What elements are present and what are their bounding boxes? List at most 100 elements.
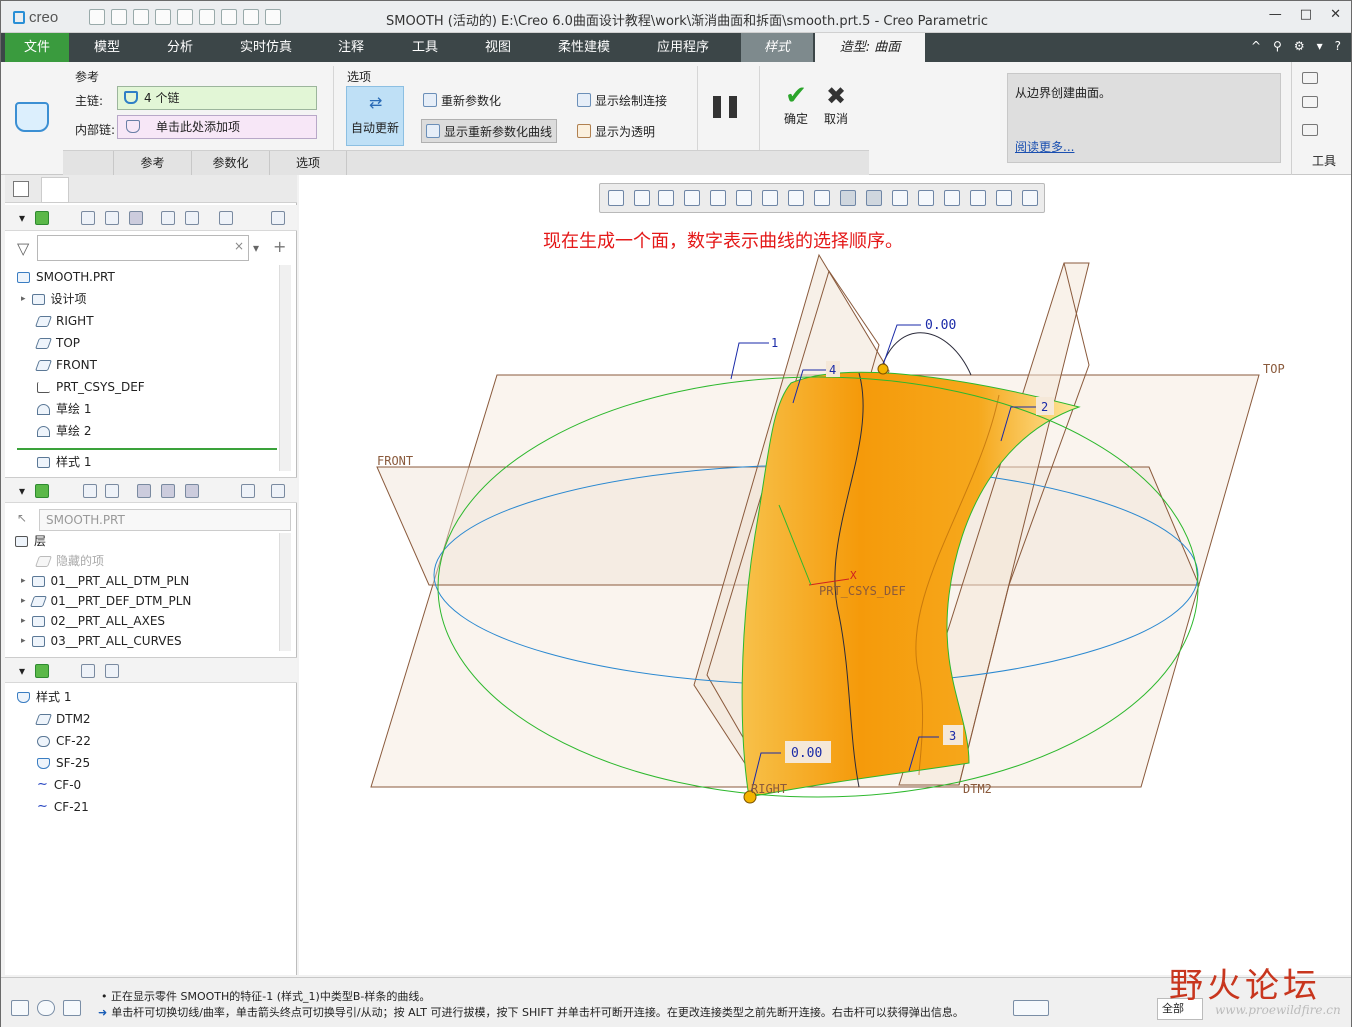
tab-style[interactable]: 样式 xyxy=(741,33,813,62)
tree-item-sketch-1[interactable]: 草绘 1 xyxy=(37,398,91,420)
tab-simulation[interactable]: 实时仿真 xyxy=(217,33,315,62)
layer-model-select[interactable]: SMOOTH.PRT xyxy=(39,509,291,531)
active-plane-icon[interactable] xyxy=(944,190,960,206)
chevron-down-icon[interactable]: ▾ xyxy=(19,664,33,678)
help-link[interactable]: 阅读更多... xyxy=(1015,138,1074,155)
endpoint-display-icon[interactable] xyxy=(866,190,882,206)
model-tree-scrollbar[interactable] xyxy=(279,265,291,471)
tree-item-top[interactable]: TOP xyxy=(34,332,80,354)
value-bottom-label[interactable]: 0.00 xyxy=(791,746,822,761)
layer-show-icon[interactable] xyxy=(137,484,151,498)
tree-more-icon[interactable] xyxy=(271,211,285,225)
undo-icon[interactable] xyxy=(155,9,171,25)
help-icon[interactable]: ? xyxy=(1335,39,1341,53)
tree-item-sketch-2[interactable]: 草绘 2 xyxy=(37,420,91,442)
style-item-cf22[interactable]: CF-22 xyxy=(37,730,91,752)
show-navigator-icon[interactable] xyxy=(11,1000,29,1016)
search-icon[interactable]: ⚲ xyxy=(1273,39,1282,53)
tree-list-icon[interactable] xyxy=(81,211,95,225)
chain-1-label[interactable]: 1 xyxy=(771,336,778,350)
layer-scrollbar[interactable] xyxy=(279,533,291,651)
save-icon[interactable] xyxy=(133,9,149,25)
style-item-sf25[interactable]: SF-25 xyxy=(37,752,90,774)
maximize-icon[interactable]: □ xyxy=(1300,7,1312,22)
perspective-icon[interactable] xyxy=(788,190,804,206)
model-icon[interactable] xyxy=(35,211,49,225)
ok-button[interactable]: ✔ 确定 xyxy=(779,82,813,127)
layer-item-hidden[interactable]: 隐藏的项 xyxy=(34,550,104,572)
subtab-options[interactable]: 选项 xyxy=(269,151,347,175)
subtab-parameterize[interactable]: 参数化 xyxy=(191,151,269,175)
style-root[interactable]: 样式 1 xyxy=(17,686,71,708)
cancel-button[interactable]: ✖ 取消 xyxy=(819,82,853,127)
close-icon[interactable]: ✕ xyxy=(1330,7,1341,22)
style-item-dtm2[interactable]: DTM2 xyxy=(34,708,91,730)
layer-expand-icon[interactable] xyxy=(105,484,119,498)
layer-item[interactable]: ▸ 02__PRT_ALL_AXES xyxy=(21,610,165,632)
customize-icon[interactable] xyxy=(265,9,281,25)
tree-expand-icon[interactable] xyxy=(105,211,119,225)
inner-chain-field[interactable]: 单击此处添加项 xyxy=(117,115,317,139)
clear-icon[interactable]: × xyxy=(234,239,244,253)
tree-item-front[interactable]: FRONT xyxy=(34,354,97,376)
style-item-cf0[interactable]: ∼ CF-0 xyxy=(37,774,81,796)
top-endpoint-handle[interactable] xyxy=(877,363,889,375)
chevron-down-icon[interactable]: ▾ xyxy=(1317,39,1323,53)
layer-item[interactable]: ▸ 01__PRT_ALL_DTM_PLN xyxy=(21,570,189,592)
layer-list-icon[interactable] xyxy=(83,484,97,498)
tab-file[interactable]: 文件 xyxy=(5,33,69,62)
chain-2-label[interactable]: 2 xyxy=(1041,400,1048,414)
pause-button[interactable] xyxy=(713,96,739,118)
redo-icon[interactable] xyxy=(177,9,193,25)
tree-columns-icon[interactable] xyxy=(129,211,143,225)
browser-icon[interactable] xyxy=(37,1000,55,1016)
new-file-icon[interactable] xyxy=(89,9,105,25)
annotation-display-icon[interactable] xyxy=(996,190,1012,206)
chain-4-label[interactable]: 4 xyxy=(829,363,836,377)
tab-applications[interactable]: 应用程序 xyxy=(635,33,731,62)
windows-icon[interactable] xyxy=(221,9,237,25)
tab-flexible-modeling[interactable]: 柔性建模 xyxy=(533,33,635,62)
style-settings-icon[interactable] xyxy=(105,664,119,678)
chevron-down-icon[interactable]: ▾ xyxy=(19,484,33,498)
style-filter-icon[interactable] xyxy=(81,664,95,678)
chain-3-label[interactable]: 3 xyxy=(949,729,956,743)
model-tree-tab-icon[interactable] xyxy=(13,181,29,197)
show-draw-connect-button[interactable]: 显示绘制连接 xyxy=(577,88,667,112)
spin-center-icon[interactable] xyxy=(892,190,908,206)
grid-icon[interactable] xyxy=(918,190,934,206)
graphics-viewport[interactable]: TOP FRONT RIGHT DTM2 PRT_CSYS_DEF X 1 4 … xyxy=(299,175,1351,975)
zoom-in-icon[interactable] xyxy=(634,190,650,206)
tree-item-right[interactable]: RIGHT xyxy=(34,310,94,332)
tree-filter-icon[interactable] xyxy=(161,211,175,225)
subtab-references[interactable]: 参考 xyxy=(113,151,191,175)
tab-tools[interactable]: 工具 xyxy=(387,33,463,62)
tree-settings-icon[interactable] xyxy=(185,211,199,225)
display-style-icon[interactable] xyxy=(710,190,726,206)
layer-save-icon[interactable] xyxy=(241,484,255,498)
tree-item-csys[interactable]: PRT_CSYS_DEF xyxy=(37,376,145,398)
find-icon[interactable] xyxy=(1013,1000,1049,1016)
chevron-down-icon[interactable]: ▾ xyxy=(19,211,33,225)
analysis-tool-icon[interactable] xyxy=(1302,124,1318,136)
tab-annotate[interactable]: 注释 xyxy=(315,33,387,62)
main-chain-field[interactable]: 4 个链 xyxy=(117,86,317,110)
section-icon[interactable] xyxy=(1022,190,1038,206)
tab-model[interactable]: 模型 xyxy=(71,33,143,62)
refit-icon[interactable] xyxy=(608,190,624,206)
minimize-icon[interactable]: — xyxy=(1269,7,1282,22)
layer-tab-icon[interactable] xyxy=(41,177,69,203)
add-icon[interactable]: + xyxy=(273,237,286,256)
zoom-out-icon[interactable] xyxy=(658,190,674,206)
chevron-down-icon[interactable]: ▾ xyxy=(253,241,259,255)
reparam-button[interactable]: 重新参数化 xyxy=(423,88,501,112)
plane-tool-icon[interactable] xyxy=(1302,96,1318,108)
tree-item-style-1[interactable]: 样式 1 xyxy=(37,455,91,469)
repaint-icon[interactable] xyxy=(684,190,700,206)
saved-views-icon[interactable] xyxy=(736,190,752,206)
close-window-icon[interactable] xyxy=(243,9,259,25)
show-reparam-curves-button[interactable]: 显示重新参数化曲线 xyxy=(421,119,558,143)
datum-display-icon[interactable] xyxy=(814,190,830,206)
value-top-label[interactable]: 0.00 xyxy=(925,318,956,333)
tab-view[interactable]: 视图 xyxy=(463,33,533,62)
